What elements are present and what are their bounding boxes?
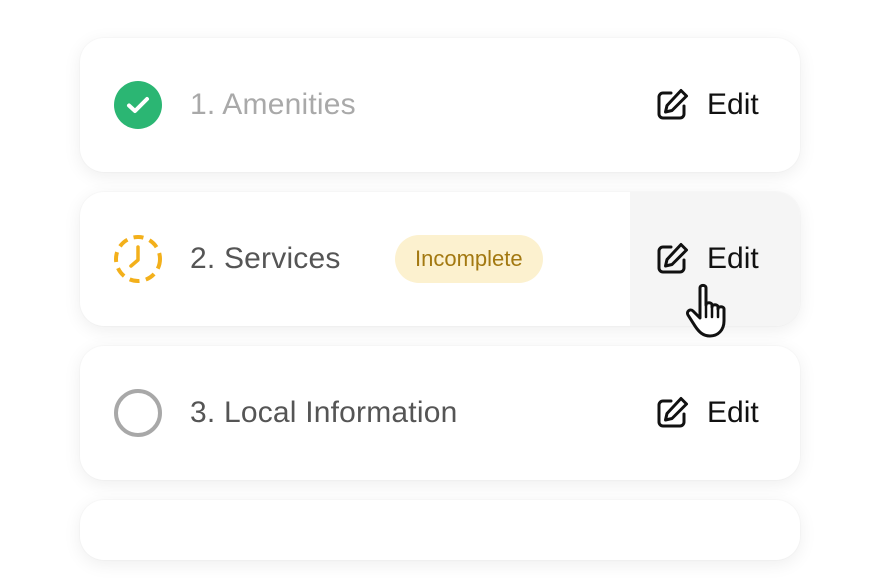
dashed-clock-icon	[113, 234, 163, 284]
step-title: 3. Local Information	[190, 396, 458, 429]
pencil-square-icon	[654, 87, 690, 123]
step-card-next	[80, 500, 800, 560]
edit-button-services[interactable]: Edit	[630, 192, 800, 326]
check-circle-icon	[113, 80, 163, 130]
checklist: 1. Amenities Edit 2. Services Incomplete	[80, 38, 800, 580]
edit-label: Edit	[707, 396, 759, 429]
step-card-amenities: 1. Amenities Edit	[80, 38, 800, 172]
pencil-square-icon	[654, 395, 690, 431]
edit-button-local-information[interactable]: Edit	[630, 346, 800, 480]
step-card-services: 2. Services Incomplete Edit	[80, 192, 800, 326]
status-badge: Incomplete	[395, 235, 543, 283]
step-title: 1. Amenities	[190, 88, 356, 121]
edit-label: Edit	[707, 242, 759, 275]
step-card-local-information: 3. Local Information Edit	[80, 346, 800, 480]
step-title: 2. Services	[190, 242, 341, 275]
pencil-square-icon	[654, 241, 690, 277]
edit-label: Edit	[707, 88, 759, 121]
empty-circle-icon	[113, 388, 163, 438]
edit-button-amenities[interactable]: Edit	[630, 38, 800, 172]
